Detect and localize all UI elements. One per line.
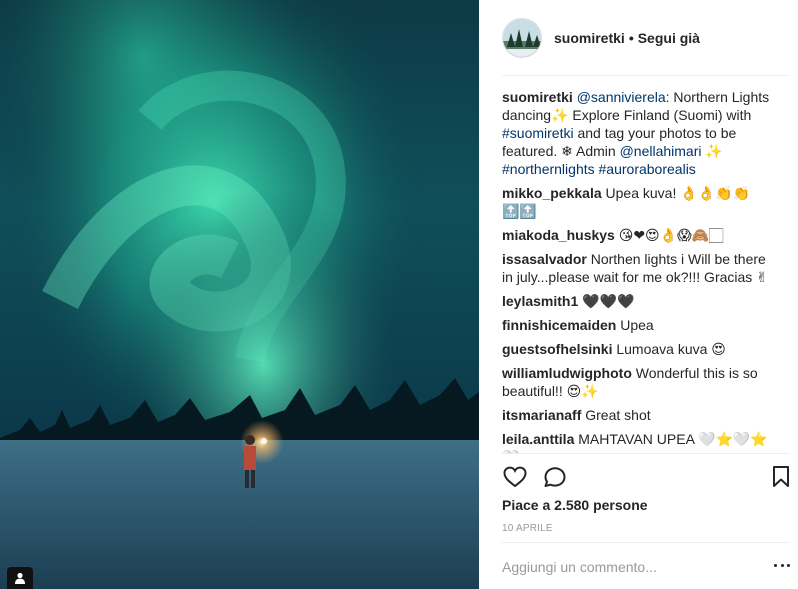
comment-username[interactable]: miakoda_huskys — [502, 227, 615, 243]
comment-text: Great shot — [585, 407, 651, 423]
hashtag-link[interactable]: #suomiretki — [502, 125, 574, 141]
comment-username[interactable]: issasalvador — [502, 251, 587, 267]
comment-item: issasalvador Northen lights i Will be th… — [502, 250, 774, 286]
comment-username[interactable]: leila.anttila — [502, 431, 574, 447]
comment-item: miakoda_huskys 😘❤😍👌😱🙈🏻 — [502, 226, 774, 244]
comment-username[interactable]: suomiretki — [502, 89, 573, 105]
like-button[interactable] — [502, 464, 528, 490]
comment-item: itsmarianaff Great shot — [502, 406, 774, 424]
comment-text: Upea — [620, 317, 654, 333]
hashtag-link[interactable]: #auroraborealis — [599, 161, 696, 177]
comment-input[interactable] — [502, 557, 762, 577]
profile-avatar[interactable] — [502, 17, 542, 58]
comment-text: Lumoava kuva 😍 — [616, 341, 726, 357]
hashtag-link[interactable]: #northernlights — [502, 161, 595, 177]
comment-username[interactable]: williamludwigphoto — [502, 365, 632, 381]
comment-text: 🖤🖤🖤 — [582, 293, 635, 309]
post-actions-bar — [502, 453, 790, 499]
tagged-users-button[interactable] — [7, 567, 33, 589]
more-dot-icon — [774, 564, 777, 567]
add-comment-section — [502, 542, 790, 589]
header-username[interactable]: suomiretki — [554, 30, 625, 46]
post-header: suomiretki • Segui già — [502, 0, 790, 76]
mention-link[interactable]: @nellahimari — [620, 143, 702, 159]
header-separator: • — [628, 29, 634, 46]
comment-username[interactable]: finnishicemaiden — [502, 317, 616, 333]
comment-item: finnishicemaiden Upea — [502, 316, 774, 334]
comment-item: williamludwigphoto Wonderful this is so … — [502, 364, 774, 400]
post-details-panel: suomiretki • Segui già suomiretki @sannivi… — [479, 0, 798, 589]
comments-list: suomiretki @sannivierela: Northern Light… — [502, 88, 774, 453]
comment-username[interactable]: mikko_pekkala — [502, 185, 602, 201]
user-icon — [15, 572, 25, 584]
comment-username[interactable]: guestsofhelsinki — [502, 341, 612, 357]
more-dot-icon — [780, 564, 784, 567]
post-date: 10 APRILE — [502, 523, 553, 534]
bookmark-icon — [773, 466, 789, 487]
comment-text: 😘❤😍👌😱🙈🏻 — [618, 227, 724, 243]
comment-username[interactable]: itsmarianaff — [502, 407, 581, 423]
more-options-button[interactable] — [774, 563, 790, 569]
comment-item: guestsofhelsinki Lumoava kuva 😍 — [502, 340, 774, 358]
comment-item: leila.anttila MAHTAVAN UPEA 🤍⭐🤍⭐🤍 — [502, 430, 774, 453]
follow-status-button[interactable]: Segui già — [638, 30, 700, 46]
avatar-image — [503, 18, 541, 57]
comment-button[interactable] — [542, 464, 568, 490]
comment-text: ✨ — [701, 143, 723, 159]
save-button[interactable] — [768, 464, 790, 490]
comment-username[interactable]: leylasmith1 — [502, 293, 578, 309]
header-text: suomiretki • Segui già — [554, 30, 700, 46]
heart-icon — [503, 466, 527, 488]
comment-item: mikko_pekkala Upea kuva! 👌👌👏👏🔝🔝 — [502, 184, 774, 220]
post-photo[interactable] — [0, 0, 479, 589]
more-dot-icon — [787, 564, 790, 567]
aurora-photo-image — [0, 0, 479, 589]
comment-bubble-icon — [544, 467, 566, 487]
caption: suomiretki @sannivierela: Northern Light… — [502, 88, 774, 178]
mention-link[interactable]: @sannivierela — [577, 89, 666, 105]
comment-item: leylasmith1 🖤🖤🖤 — [502, 292, 774, 310]
likes-count[interactable]: Piace a 2.580 persone — [502, 497, 648, 513]
